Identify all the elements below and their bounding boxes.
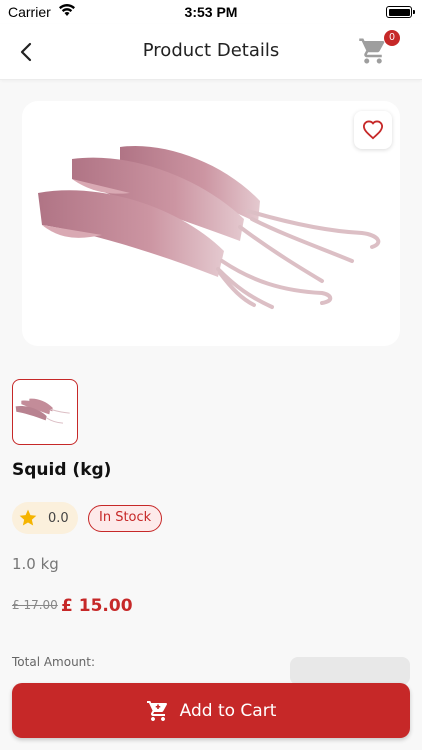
rating-badge: 0.0 xyxy=(12,502,78,534)
status-bar: Carrier 3:53 PM xyxy=(0,0,422,24)
original-price: £ 17.00 xyxy=(12,598,58,612)
stock-status-badge: In Stock xyxy=(88,505,163,532)
product-thumbnail[interactable] xyxy=(12,379,78,445)
product-name: Squid (kg) xyxy=(12,460,112,480)
thumbnail-image xyxy=(13,391,76,432)
add-to-cart-label: Add to Cart xyxy=(179,700,277,721)
cart-button[interactable]: 0 xyxy=(358,30,400,68)
nav-bar: Product Details 0 xyxy=(0,24,422,80)
total-amount-label: Total Amount: xyxy=(12,655,96,669)
total-amount-field xyxy=(290,657,410,685)
add-to-cart-button[interactable]: Add to Cart xyxy=(12,683,410,738)
status-time: 3:53 PM xyxy=(184,4,238,20)
product-image-card xyxy=(22,101,400,346)
product-image xyxy=(38,145,381,309)
favorite-button[interactable] xyxy=(354,111,392,149)
cart-add-icon xyxy=(146,699,170,723)
rating-value: 0.0 xyxy=(48,510,69,526)
star-icon xyxy=(19,509,37,526)
sale-price: £ 15.00 xyxy=(61,596,133,616)
product-weight: 1.0 kg xyxy=(12,555,59,573)
heart-outline-icon xyxy=(362,120,384,140)
cart-count-badge: 0 xyxy=(384,30,400,46)
battery-icon xyxy=(386,6,415,18)
